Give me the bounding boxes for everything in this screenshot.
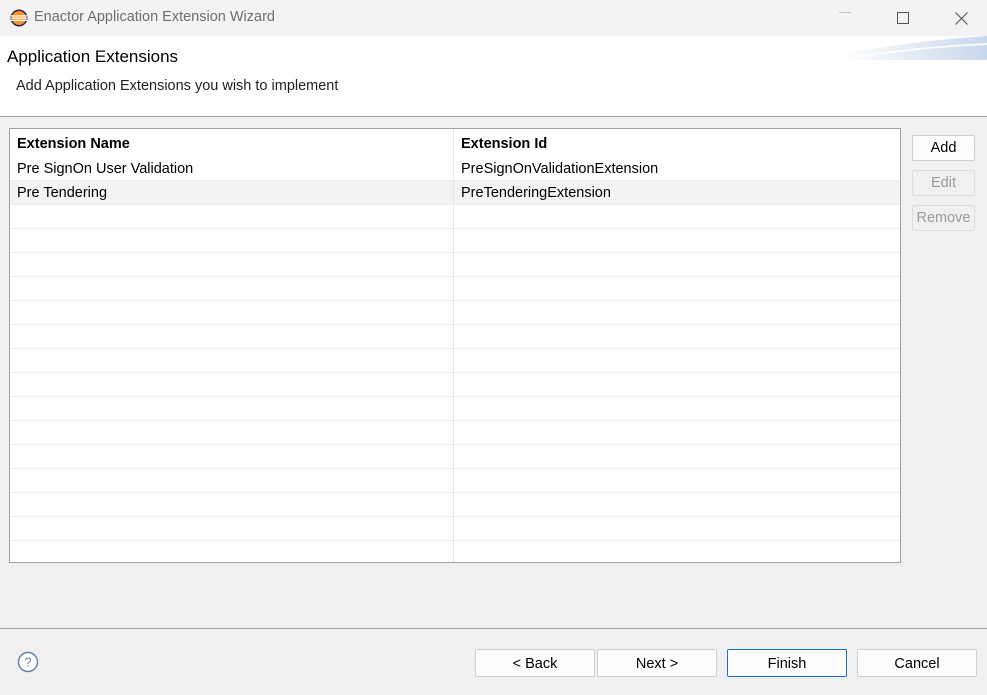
cell-extension-name: [10, 445, 454, 469]
table-row[interactable]: [10, 277, 900, 301]
page-title: Application Extensions: [7, 47, 179, 66]
cell-extension-name: [10, 397, 454, 421]
cell-extension-name: [10, 517, 454, 541]
cell-extension-name: [10, 325, 454, 349]
table-row[interactable]: [10, 373, 900, 397]
cell-extension-id: [454, 469, 900, 493]
page-description: Add Application Extensions you wish to i…: [16, 78, 339, 94]
cell-extension-name: [10, 205, 454, 229]
cell-extension-name: [10, 469, 454, 493]
table-row[interactable]: [10, 469, 900, 493]
maximize-icon: [897, 12, 909, 24]
table-row[interactable]: [10, 301, 900, 325]
table-row[interactable]: Pre SignOn User Validation PreSignOnVali…: [10, 157, 900, 181]
header-banner-graphic: [840, 36, 987, 60]
table-row[interactable]: [10, 493, 900, 517]
cell-extension-id: [454, 445, 900, 469]
cell-extension-id: [454, 493, 900, 517]
eclipse-icon: [10, 9, 28, 27]
cell-extension-name: [10, 349, 454, 373]
cell-extension-id: [454, 373, 900, 397]
cell-extension-id: PreSignOnValidationExtension: [461, 161, 659, 177]
cell-extension-id: [454, 517, 900, 541]
maximize-button[interactable]: [874, 0, 932, 36]
cell-extension-id: [454, 205, 900, 229]
svg-text:?: ?: [24, 655, 31, 670]
cell-extension-name: [10, 493, 454, 517]
cell-extension-id: [454, 277, 900, 301]
add-button[interactable]: Add: [912, 135, 975, 161]
window-title: Enactor Application Extension Wizard: [34, 9, 275, 25]
table-row[interactable]: [10, 205, 900, 229]
help-icon[interactable]: ?: [17, 651, 39, 673]
minimize-icon: [839, 12, 851, 13]
cell-extension-name: [10, 421, 454, 445]
title-bar[interactable]: Enactor Application Extension Wizard: [0, 0, 987, 36]
table-row[interactable]: [10, 349, 900, 373]
table-row[interactable]: [10, 397, 900, 421]
cell-extension-name: [10, 253, 454, 277]
cell-extension-id: [454, 421, 900, 445]
table-row[interactable]: [10, 325, 900, 349]
cell-extension-name: [10, 229, 454, 253]
cell-extension-name: [10, 541, 454, 562]
cell-extension-name: Pre Tendering: [10, 181, 454, 205]
cell-extension-id: [454, 301, 900, 325]
table-row[interactable]: Pre Tendering PreTenderingExtension: [10, 181, 900, 205]
cell-extension-name: [10, 301, 454, 325]
column-header-extension-name[interactable]: Extension Name: [10, 129, 454, 157]
close-icon: [954, 11, 968, 25]
cell-extension-id: [454, 349, 900, 373]
cell-extension-name: [10, 373, 454, 397]
table-row[interactable]: [10, 421, 900, 445]
cell-extension-name: Pre SignOn User Validation: [10, 157, 454, 181]
table-row[interactable]: [10, 445, 900, 469]
wizard-window: Enactor Application Extension Wizard App…: [0, 0, 987, 695]
cancel-button[interactable]: Cancel: [857, 649, 977, 677]
cell-extension-id: [454, 397, 900, 421]
minimize-button[interactable]: [816, 0, 874, 36]
wizard-header: Application Extensions Add Application E…: [0, 36, 987, 117]
cell-extension-id: [454, 253, 900, 277]
column-header-extension-id[interactable]: Extension Id: [454, 129, 900, 157]
cell-extension-id: [454, 541, 900, 562]
back-button[interactable]: < Back: [475, 649, 595, 677]
cell-extension-id: PreTenderingExtension: [461, 185, 611, 201]
table-row[interactable]: [10, 253, 900, 277]
cell-extension-id: [454, 229, 900, 253]
finish-button[interactable]: Finish: [727, 649, 847, 677]
table-row[interactable]: [10, 541, 900, 562]
table-row[interactable]: [10, 229, 900, 253]
edit-button[interactable]: Edit: [912, 170, 975, 196]
remove-button[interactable]: Remove: [912, 205, 975, 231]
cell-extension-name: [10, 277, 454, 301]
table-header: Extension Name Extension Id: [10, 129, 900, 157]
table-row[interactable]: [10, 517, 900, 541]
extensions-table[interactable]: Extension Name Extension Id Pre SignOn U…: [9, 128, 901, 563]
cell-extension-id: [454, 325, 900, 349]
next-button[interactable]: Next >: [597, 649, 717, 677]
table-body: Pre SignOn User Validation PreSignOnVali…: [10, 157, 900, 562]
footer-divider: [0, 628, 987, 629]
close-button[interactable]: [932, 0, 987, 36]
